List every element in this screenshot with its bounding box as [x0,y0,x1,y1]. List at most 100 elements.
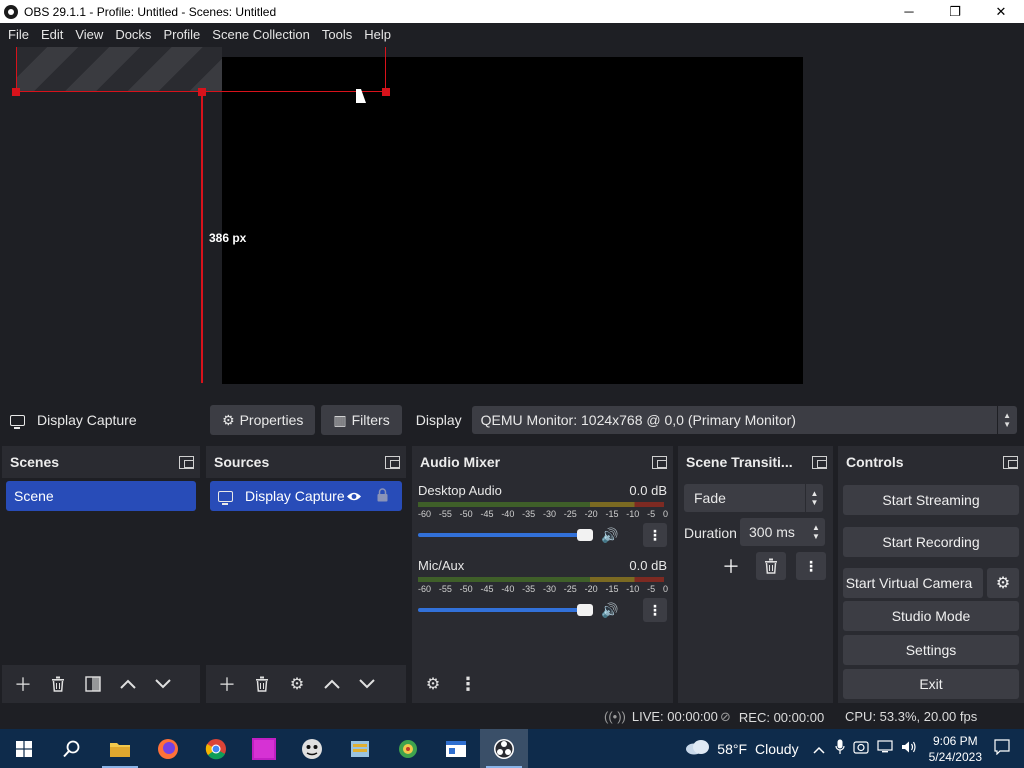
advanced-audio-button[interactable]: ⚙ [418,669,448,699]
visibility-eye-icon[interactable] [346,489,362,505]
source-toolbar: Display Capture ⚙ Properties ▥ Filters D… [0,400,1024,440]
undock-icon[interactable] [179,455,194,469]
display-select[interactable]: QEMU Monitor: 1024x768 @ 0,0 (Primary Mo… [471,406,1017,434]
settings-button[interactable]: Settings [843,635,1019,665]
microphone-icon[interactable] [835,739,845,758]
obs-window: OBS 29.1.1 - Profile: Untitled - Scenes:… [0,0,1024,768]
trash-icon [765,558,777,574]
studio-mode-button[interactable]: Studio Mode [843,601,1019,631]
mixer-header: Audio Mixer [412,446,673,478]
remove-source-button[interactable] [247,669,277,699]
maximize-button[interactable]: ❐ [932,0,978,23]
camera-tray-icon[interactable] [853,740,869,757]
source-item[interactable]: Display Capture [210,481,402,511]
weather-cloud-icon[interactable] [685,739,711,758]
start-streaming-button[interactable]: Start Streaming [843,485,1019,515]
spinner-arrows-icon[interactable]: ▲ ▼ [807,518,825,546]
tick: -15 [605,584,619,594]
tick: -5 [647,509,656,519]
clock[interactable]: 9:06 PM 5/24/2023 [929,733,982,765]
menu-tools[interactable]: Tools [316,23,358,47]
selection-rectangle[interactable] [16,47,386,92]
duration-input[interactable]: 300 ms ▲ ▼ [740,518,825,546]
sources-footer: ＋ ⚙ [206,665,406,703]
exit-button[interactable]: Exit [843,669,1019,699]
add-source-button[interactable]: ＋ [212,669,242,699]
file-explorer-icon[interactable] [96,729,144,768]
start-recording-button[interactable]: Start Recording [843,527,1019,557]
transition-menu-button[interactable]: ⋮ [796,552,826,580]
speaker-icon[interactable]: 🔊 [601,602,618,619]
undock-icon[interactable] [812,455,827,469]
move-source-up-button[interactable] [317,669,347,699]
app-icon-archive[interactable] [336,729,384,768]
undock-icon[interactable] [385,455,400,469]
minimize-button[interactable]: ─ [886,0,932,23]
chevron-up-icon[interactable] [813,741,825,757]
volume-slider[interactable] [418,604,594,616]
move-scene-up-button[interactable] [113,669,143,699]
transition-select[interactable]: Fade ▲ ▼ [684,484,823,512]
volume-slider-knob[interactable] [577,529,594,541]
network-icon[interactable] [877,740,893,757]
weather-desc[interactable]: Cloudy [755,741,799,757]
channel-menu-button[interactable]: ⋮ [642,598,667,622]
menu-view[interactable]: View [69,23,109,47]
scene-item[interactable]: Scene [6,481,196,511]
undock-icon[interactable] [652,455,667,469]
tick: -60 [418,509,432,519]
window-title: OBS 29.1.1 - Profile: Untitled - Scenes:… [24,4,277,19]
app-icon-window[interactable] [432,729,480,768]
chevron-down-icon [359,679,375,689]
app-icon-purple[interactable] [240,729,288,768]
windows-start-icon[interactable] [0,729,48,768]
tick: -50 [459,509,473,519]
search-icon[interactable] [48,729,96,768]
preview-canvas[interactable]: 386 px [0,47,1024,397]
virtual-camera-settings-button[interactable]: ⚙ [987,568,1019,598]
move-source-down-button[interactable] [352,669,382,699]
source-properties-button[interactable]: ⚙ [282,669,312,699]
menu-scene-collection[interactable]: Scene Collection [206,23,316,47]
add-scene-button[interactable]: ＋ [8,669,38,699]
tick: -15 [605,509,619,519]
resize-handle-bottom-right[interactable] [382,88,390,96]
volume-slider[interactable] [418,529,594,541]
app-icon-green[interactable] [384,729,432,768]
chrome-icon[interactable] [192,729,240,768]
lock-icon[interactable] [377,488,388,502]
weather-temp[interactable]: 58°F [717,741,747,757]
notifications-icon[interactable] [994,739,1010,758]
menu-file[interactable]: File [2,23,35,47]
mixer-menu-button[interactable]: ⋮ [453,669,483,699]
firefox-icon[interactable] [144,729,192,768]
volume-tray-icon[interactable] [901,740,917,757]
move-scene-down-button[interactable] [148,669,178,699]
remove-scene-button[interactable] [43,669,73,699]
undock-icon[interactable] [1003,455,1018,469]
tick: -40 [501,509,515,519]
tick: -55 [438,584,452,594]
start-virtual-camera-button[interactable]: Start Virtual Camera [843,568,983,598]
tick: -25 [563,509,577,519]
chevron-updown-icon: ▲ ▼ [805,484,823,512]
filters-button[interactable]: ▥ Filters [321,405,402,435]
chevron-up-icon [120,679,136,689]
transitions-header: Scene Transiti... [678,446,833,478]
obs-taskbar-icon[interactable] [480,729,528,768]
app-icon-face[interactable] [288,729,336,768]
remove-transition-button[interactable] [756,552,786,580]
menu-help[interactable]: Help [358,23,397,47]
volume-slider-knob[interactable] [577,604,594,616]
rec-time: REC: 00:00:00 [738,709,825,725]
menu-docks[interactable]: Docks [109,23,157,47]
scene-filters-button[interactable] [78,669,108,699]
resize-handle-bottom-left[interactable] [12,88,20,96]
add-transition-button[interactable]: ＋ [716,552,746,580]
channel-menu-button[interactable]: ⋮ [642,523,667,547]
menu-profile[interactable]: Profile [157,23,206,47]
close-button[interactable]: ✕ [978,0,1024,23]
properties-button[interactable]: ⚙ Properties [210,405,316,435]
menu-edit[interactable]: Edit [35,23,69,47]
speaker-icon[interactable]: 🔊 [601,527,618,544]
